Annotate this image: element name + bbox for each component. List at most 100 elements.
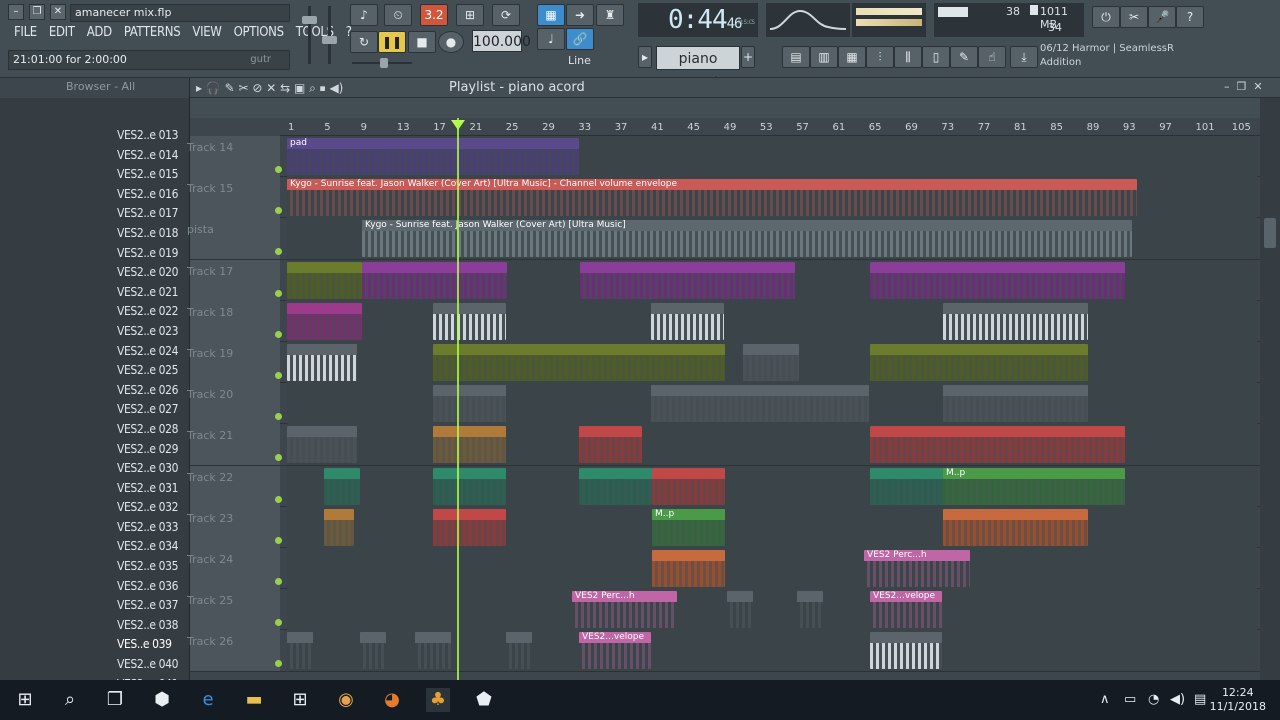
snap-select[interactable]: Line xyxy=(568,54,591,67)
metronome-icon[interactable]: ♪ xyxy=(350,4,378,26)
pattern-clip[interactable] xyxy=(797,591,823,629)
track-header[interactable]: Track 15 xyxy=(187,177,282,219)
browser-item[interactable]: VES2..e 022 xyxy=(0,302,189,322)
browser-item[interactable]: VES2..e 021 xyxy=(0,283,189,303)
step-edit-icon[interactable]: ⊞ xyxy=(456,4,484,26)
pattern-clip[interactable] xyxy=(870,344,1088,381)
track-mute-led[interactable] xyxy=(275,454,282,462)
track-mute-led[interactable] xyxy=(275,578,282,585)
browser-item[interactable]: VES2..e 037 xyxy=(0,596,189,616)
file-explorer-icon[interactable]: ▬ xyxy=(242,688,266,712)
mic-icon[interactable]: 🎤 xyxy=(1148,6,1176,28)
pattern-add-icon[interactable]: + xyxy=(741,46,755,68)
master-pitch-slider[interactable] xyxy=(320,6,340,66)
pattern-clip[interactable]: VES2...velope xyxy=(579,632,651,670)
track-header[interactable]: Track 26 xyxy=(187,630,282,672)
tray-chevron-icon[interactable]: ∧ xyxy=(1100,692,1110,707)
pattern-clip[interactable]: VES2 Perc...h xyxy=(572,591,677,629)
stamp-icon[interactable]: ♜ xyxy=(596,4,624,26)
battery-icon[interactable]: ▭ xyxy=(1124,692,1136,707)
pattern-clip[interactable]: Kygo - Sunrise feat. Jason Walker (Cover… xyxy=(287,179,1137,217)
track-mute-led[interactable] xyxy=(275,166,282,173)
browser-item[interactable]: VES2..e 038 xyxy=(0,616,189,636)
browser-item[interactable]: VES..e 039 xyxy=(0,635,189,655)
track-lane[interactable]: VES2 Perc...h xyxy=(287,548,1257,589)
track-header[interactable]: Track 23 xyxy=(187,506,282,548)
search-icon[interactable]: ⌕ xyxy=(58,688,82,712)
pattern-clip[interactable] xyxy=(287,426,357,464)
pattern-clip[interactable] xyxy=(324,467,360,505)
help-icon[interactable]: ? xyxy=(1176,6,1204,28)
pattern-clip[interactable] xyxy=(287,261,362,299)
browser-item[interactable]: VES2..e 034 xyxy=(0,537,189,557)
store-icon[interactable]: ⊞ xyxy=(288,688,312,712)
browser-item[interactable]: VES2..e 013 xyxy=(0,126,189,146)
fl-studio-icon[interactable]: ♣ xyxy=(426,688,450,712)
track-header[interactable]: Track 14 xyxy=(187,136,282,177)
menu-add[interactable]: ADD xyxy=(81,25,118,43)
pause-button[interactable]: ❚❚ xyxy=(378,31,406,53)
track-lane[interactable]: Kygo - Sunrise feat. Jason Walker (Cover… xyxy=(287,218,1257,260)
browser-item[interactable]: VES2..e 023 xyxy=(0,322,189,342)
pattern-clip[interactable]: pad xyxy=(287,138,579,175)
browser-item[interactable]: VES2..e 027 xyxy=(0,400,189,420)
playlist-tools[interactable]: ▸ 🎧 ✎ ✂ ⊘ ✕ ⇆ ▣ ⌕ ⏹ ◀) xyxy=(196,81,343,96)
download-icon[interactable]: ⤓ xyxy=(1010,46,1038,68)
track-lane[interactable]: pad xyxy=(287,136,1257,177)
browser-item[interactable]: VES2..e 029 xyxy=(0,440,189,460)
pattern-clip[interactable] xyxy=(362,261,507,299)
news-panel[interactable]: 06/12 Harmor | SeamlessR Addition xyxy=(1040,42,1195,74)
track-mute-led[interactable] xyxy=(275,330,282,338)
loop-record-icon[interactable]: ⟳ xyxy=(492,4,520,26)
browser-item[interactable]: VES2..e 030 xyxy=(0,459,189,479)
menu-file[interactable]: FILE xyxy=(8,25,43,43)
pattern-clip[interactable] xyxy=(870,467,945,505)
track-lane[interactable] xyxy=(287,300,1257,342)
browser-item[interactable]: VES2..e 016 xyxy=(0,185,189,205)
playlist-window-icon[interactable]: ▤ xyxy=(782,46,810,68)
track-mute-led[interactable] xyxy=(275,619,282,627)
pattern-clip[interactable] xyxy=(727,591,753,629)
browser-icon[interactable]: ▯ xyxy=(922,46,950,68)
pattern-clip[interactable] xyxy=(433,302,506,340)
piano-roll-icon[interactable]: ▥ xyxy=(810,46,838,68)
volume-icon[interactable]: ◀) xyxy=(1170,692,1185,707)
browser-item[interactable]: VES2..e 019 xyxy=(0,244,189,264)
playlist-view-icon[interactable]: ▦ xyxy=(537,4,565,26)
pattern-clip[interactable] xyxy=(433,426,506,464)
pattern-clip[interactable] xyxy=(652,550,725,587)
pattern-prev-icon[interactable]: ▸ xyxy=(638,46,652,68)
eq-icon[interactable]: ⫼ xyxy=(894,46,922,68)
menu-options[interactable]: OPTIONS xyxy=(228,25,290,43)
track-mute-led[interactable] xyxy=(275,289,282,297)
link-icon[interactable]: 🔗 xyxy=(566,28,594,50)
pattern-clip[interactable] xyxy=(506,632,532,670)
track-lane[interactable] xyxy=(287,342,1257,383)
pattern-clip[interactable] xyxy=(433,508,506,546)
track-mute-led[interactable] xyxy=(275,536,282,544)
track-header[interactable]: Track 21 xyxy=(187,424,282,466)
edge-icon[interactable]: e xyxy=(196,688,220,712)
pattern-clip[interactable] xyxy=(579,426,642,464)
pattern-clip[interactable] xyxy=(287,344,357,381)
pattern-clip[interactable] xyxy=(579,467,652,505)
tools-icon[interactable]: ✂ xyxy=(1120,6,1148,28)
track-header[interactable]: Track 25 xyxy=(187,589,282,631)
track-lane[interactable]: M..p xyxy=(287,506,1257,548)
pattern-clip[interactable] xyxy=(287,632,313,670)
stop-button[interactable]: ■ xyxy=(408,31,436,53)
pattern-clip[interactable] xyxy=(360,632,386,670)
track-header[interactable]: Track 20 xyxy=(187,383,282,425)
track-header[interactable]: Track 17 xyxy=(187,259,282,301)
track-mute-led[interactable] xyxy=(275,372,282,379)
pattern-clip[interactable] xyxy=(651,385,869,423)
track-lane[interactable]: Kygo - Sunrise feat. Jason Walker (Cover… xyxy=(287,177,1257,219)
menu-view[interactable]: VIEW xyxy=(186,25,227,43)
record-button[interactable]: ● xyxy=(438,31,464,53)
pattern-clip[interactable] xyxy=(287,302,362,340)
browser-item[interactable]: VES2..e 015 xyxy=(0,165,189,185)
browser-item[interactable]: VES2..e 026 xyxy=(0,381,189,401)
pattern-clip[interactable] xyxy=(324,508,354,546)
restore-icon[interactable]: ❐ xyxy=(29,4,45,20)
playlist-scrollbar[interactable] xyxy=(1260,98,1280,680)
